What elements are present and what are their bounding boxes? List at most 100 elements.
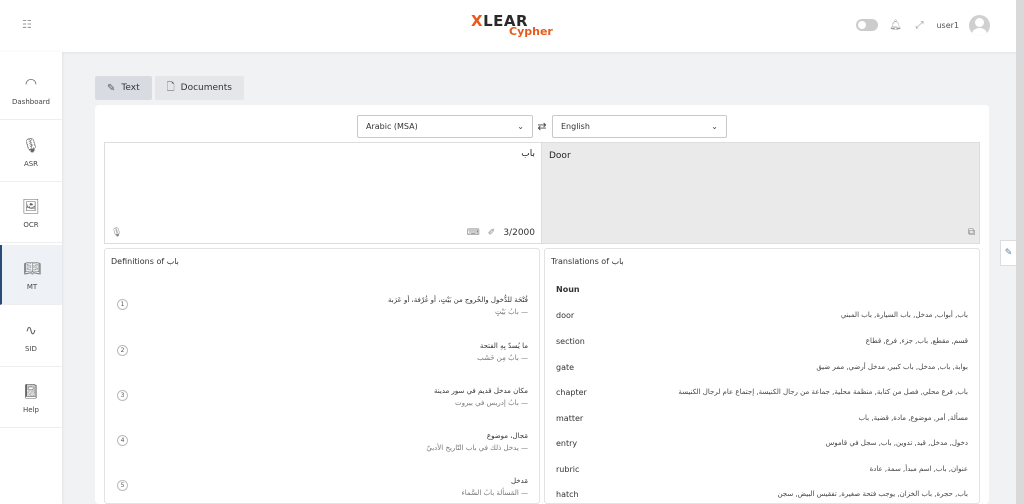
target-text-area: Door ⧉ (541, 142, 980, 244)
source-text: باب (521, 149, 535, 159)
definition-example: — بابُ إدريس في بيروت (455, 399, 528, 407)
item-number: 3 (117, 390, 128, 401)
list-item: 1 فُتْحَة للدُّخول والخُروج من بَيْتٍ، أ… (105, 296, 539, 332)
gauge-icon: ◠ (24, 75, 38, 92)
sidebar-item-label: Dashboard (12, 97, 50, 106)
waveform-icon: ∿ (25, 322, 37, 339)
pen-icon[interactable]: ✐ (488, 228, 496, 238)
table-row: rubric عنوان, باب, اسم مبدأ, سمة, عادة (545, 465, 979, 479)
sidebar-item-label: OCR (23, 220, 39, 229)
logo-cypher: Cypher (509, 25, 553, 38)
definition-text: مَجال، موضوع (486, 432, 528, 440)
source-text-area[interactable]: باب 🎙︎ ⌨ ✐ 3/2000 (104, 142, 541, 244)
table-row: matter مسألة, أمر, موضوع, مادة, قضية, با… (545, 414, 979, 428)
panel-title: Translations of باب (551, 257, 624, 266)
header-actions: 🔔︎ ⤢ user1 (856, 13, 990, 37)
sidebar-item-label: SID (25, 344, 37, 353)
table-row: gate بوابة, باب, مدخل, باب كبير, مدخل أر… (545, 363, 979, 377)
english-word: hatch (556, 490, 579, 499)
source-tools: ⌨ ✐ 3/2000 (467, 228, 535, 238)
arabic-words: باب, أبواب, مدخل, باب السيارة, باب المبن… (840, 311, 968, 319)
target-text: Door (549, 151, 571, 161)
list-item: 4 مَجال، موضوع — يدخل ذلك في باب التّاري… (105, 432, 539, 468)
english-word: gate (556, 363, 575, 372)
arabic-words: عنوان, باب, اسم مبدأ, سمة, عادة (869, 465, 968, 473)
definition-text: فُتْحَة للدُّخول والخُروج من بَيْتٍ، أو … (388, 296, 528, 304)
translator-card: Arabic (MSA) ⌄ ⇄ English ⌄ باب 🎙︎ ⌨ ✐ 3/… (95, 105, 989, 504)
english-word: rubric (556, 465, 580, 474)
list-item: 3 مكان مدخل قديم في سور مدينة — بابُ إدر… (105, 387, 539, 423)
definition-text: مَدخل (510, 477, 528, 485)
top-header: ☷ XLEAR Cypher 🔔︎ ⤢ user1 (0, 0, 1024, 52)
microphone-icon: 🎙︎ (22, 137, 40, 154)
item-number: 2 (117, 345, 128, 356)
definition-example: — المَسألة بابُ السَّماء (461, 489, 528, 497)
bell-icon[interactable]: 🔔︎ (888, 18, 902, 32)
definition-example: — بابُ بَيْتٍ (494, 308, 528, 316)
sidebar-item-mt[interactable]: 📖︎ MT (0, 245, 62, 305)
arabic-words: قسم, مقطع, باب, جزء, فرع, قطاع (865, 337, 968, 345)
source-language-select[interactable]: Arabic (MSA) ⌄ (357, 115, 533, 138)
definition-example: — يدخل ذلك في باب التّاريخ الأدبيّ (426, 444, 528, 452)
sidebar-item-ocr[interactable]: 🖼︎ OCR (0, 183, 62, 243)
keyboard-icon[interactable]: ⌨ (467, 228, 480, 238)
help-book-icon: 📓︎ (22, 383, 40, 400)
definition-text: مكان مدخل قديم في سور مدينة (434, 387, 528, 395)
sidebar-item-asr[interactable]: 🎙︎ ASR (0, 122, 62, 182)
document-icon: 🗋︎ (166, 81, 175, 93)
tab-documents[interactable]: 🗋︎ Documents (154, 76, 244, 100)
english-word: door (556, 311, 575, 320)
sidebar-item-dashboard[interactable]: ◠ Dashboard (0, 60, 62, 120)
table-row: entry دخول, مدخل, قيد, تدوين, باب, سجل ف… (545, 439, 979, 453)
definition-text: ما يُسدّ بِهِ الفتحة (479, 342, 528, 350)
list-item: 5 مَدخل — المَسألة بابُ السَّماء (105, 477, 539, 503)
page-scrollbar[interactable] (1016, 0, 1024, 504)
sidebar-item-help[interactable]: 📓︎ Help (0, 368, 62, 428)
definition-example: — بابٌ مِن خَشَب (477, 354, 528, 362)
select-value: English (561, 122, 590, 131)
english-word: matter (556, 414, 584, 423)
mode-tabs: ✎ Text 🗋︎ Documents (95, 76, 244, 100)
text-icon: ✎ (107, 82, 116, 94)
image-icon: 🖼︎ (22, 198, 40, 215)
app-logo[interactable]: XLEAR Cypher (471, 12, 561, 40)
arabic-words: باب, فرع محلي, فصل من كتابة, منظمة محلية… (678, 388, 968, 396)
table-row: door باب, أبواب, مدخل, باب السيارة, باب … (545, 311, 979, 325)
fullscreen-icon[interactable]: ⤢ (912, 18, 926, 32)
swap-languages-icon[interactable]: ⇄ (535, 119, 549, 133)
target-language-select[interactable]: English ⌄ (552, 115, 727, 138)
theme-toggle[interactable] (856, 19, 879, 31)
sidebar-item-label: ASR (23, 159, 39, 168)
copy-icon[interactable]: ⧉ (968, 227, 975, 238)
sidebar-item-label: Help (23, 405, 39, 414)
translations-panel: Translations of باب Noun door باب, أبواب… (544, 248, 980, 504)
table-row: hatch باب, حجرة, باب الخزان, يوجب فتحة ص… (545, 490, 979, 503)
tab-label: Documents (180, 83, 232, 93)
char-count: 3/2000 (503, 228, 535, 238)
arabic-words: دخول, مدخل, قيد, تدوين, باب, سجل في قامو… (825, 439, 968, 447)
sidebar-item-sid[interactable]: ∿ SID (0, 307, 62, 367)
english-word: chapter (556, 388, 587, 397)
tab-text[interactable]: ✎ Text (95, 76, 152, 100)
menu-toggle-icon[interactable]: ☷ (22, 19, 38, 31)
definitions-panel: Definitions of باب 1 فُتْحَة للدُّخول وا… (104, 248, 540, 504)
arabic-words: بوابة, باب, مدخل, باب كبير, مدخل أرضي, م… (816, 363, 968, 371)
avatar[interactable] (969, 14, 990, 36)
part-of-speech: Noun (556, 285, 580, 294)
english-word: section (556, 337, 585, 346)
panel-title: Definitions of باب (111, 257, 179, 266)
sidebar: ◠ Dashboard 🎙︎ ASR 🖼︎ OCR 📖︎ MT ∿ SID 📓︎… (0, 52, 62, 504)
sidebar-item-label: MT (26, 282, 38, 291)
tab-label: Text (121, 83, 140, 93)
pin-icon[interactable]: ✎ (1000, 240, 1016, 266)
microphone-icon[interactable]: 🎙︎ (111, 228, 122, 238)
item-number: 5 (117, 480, 128, 491)
chevron-down-icon: ⌄ (517, 122, 524, 131)
english-word: entry (556, 439, 578, 448)
username-label[interactable]: user1 (936, 21, 959, 30)
list-item: 2 ما يُسدّ بِهِ الفتحة — بابٌ مِن خَشَب (105, 342, 539, 378)
arabic-words: مسألة, أمر, موضوع, مادة, قضية, باب (858, 414, 968, 422)
table-row: section قسم, مقطع, باب, جزء, فرع, قطاع (545, 337, 979, 351)
item-number: 1 (117, 299, 128, 310)
item-number: 4 (117, 435, 128, 446)
